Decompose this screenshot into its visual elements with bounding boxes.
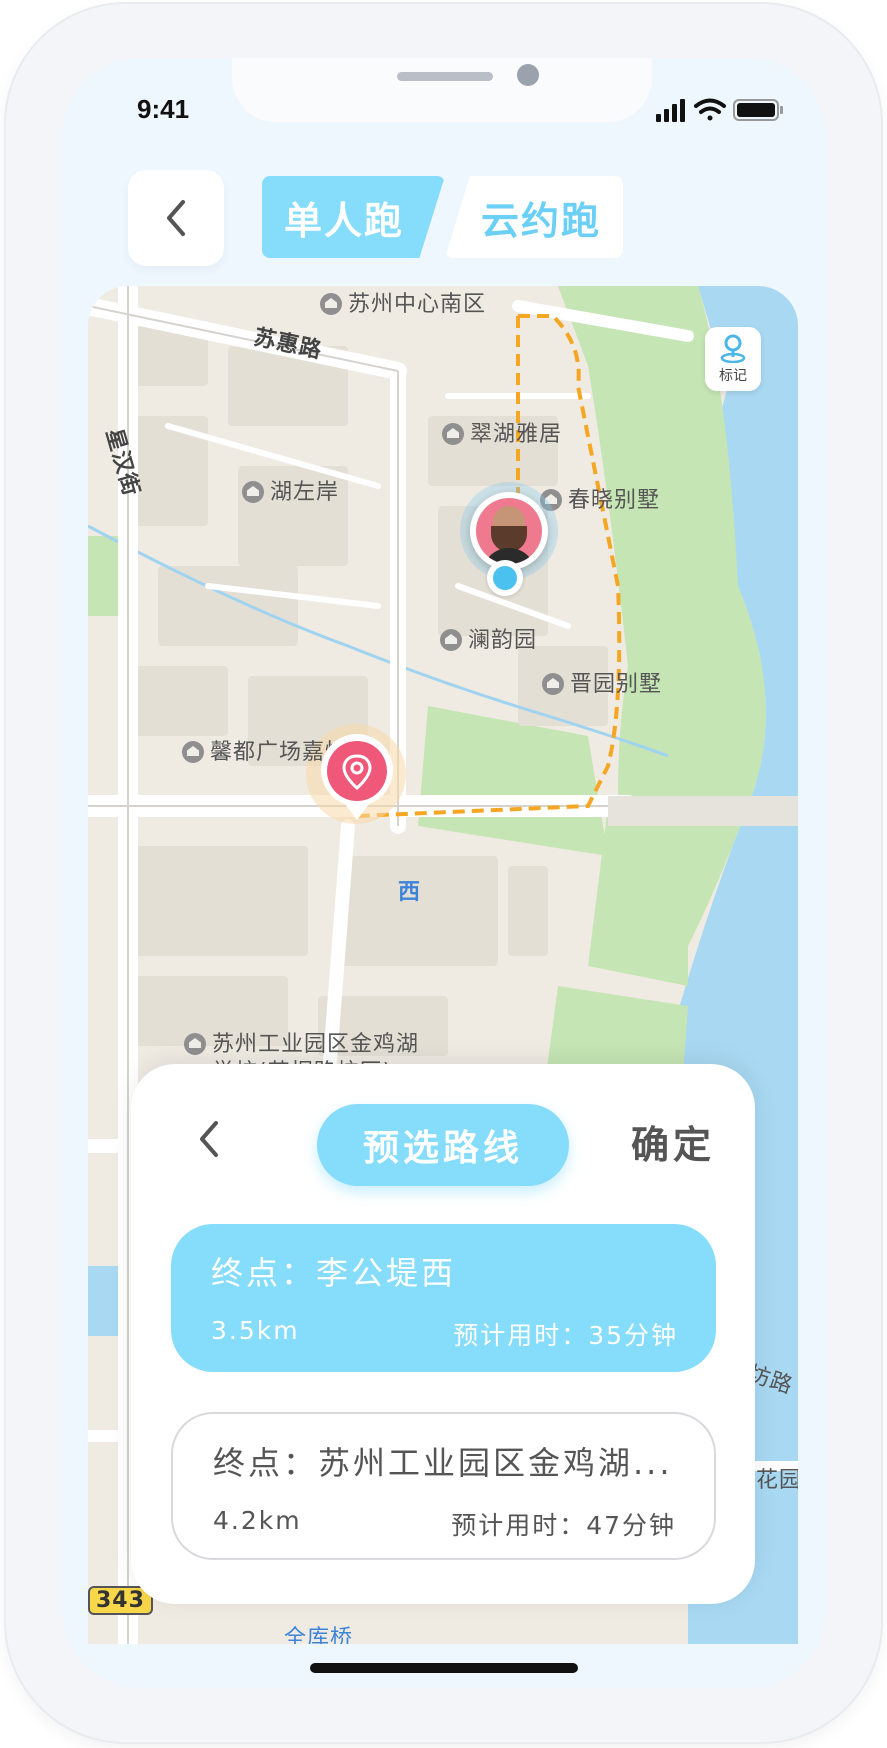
map-label-text: 春晓别墅 xyxy=(568,488,661,513)
poi-icon xyxy=(440,629,462,651)
poi-icon xyxy=(242,481,264,503)
route-distance: 3.5km xyxy=(211,1316,300,1345)
location-pin-icon xyxy=(321,734,393,820)
poi-icon xyxy=(320,293,342,315)
poi-icon xyxy=(442,423,464,445)
poi-icon xyxy=(184,1033,206,1055)
tab-single-run[interactable]: 单人跑 xyxy=(262,176,445,258)
status-time: 9:41 xyxy=(137,94,190,124)
status-icons xyxy=(656,98,783,122)
map-label-text: 晋园别墅 xyxy=(570,672,663,697)
current-position-dot xyxy=(487,560,523,596)
map-label-garden: 花园 xyxy=(756,1468,798,1493)
confirm-button[interactable]: 确定 xyxy=(631,1114,715,1169)
back-button[interactable] xyxy=(128,170,224,266)
speaker xyxy=(397,72,493,81)
map-pin-icon xyxy=(720,334,746,363)
route-destination: 终点：李公堤西 xyxy=(211,1254,457,1292)
sheet-title: 预选路线 xyxy=(317,1104,569,1186)
poi-icon xyxy=(542,673,564,695)
route-option[interactable]: 终点：苏州工业园区金鸡湖... 4.2km 预计用时：47分钟 xyxy=(171,1412,716,1560)
map-label-quanku-bridge: 全库桥 xyxy=(284,1626,354,1644)
front-camera xyxy=(517,64,539,86)
poi-icon xyxy=(182,741,204,763)
map-label-chunxiao: 春晓别墅 xyxy=(540,482,660,514)
route-distance: 4.2km xyxy=(213,1506,302,1535)
avatar xyxy=(476,498,542,564)
chevron-left-icon xyxy=(200,1121,218,1157)
map-label-text: 湖左岸 xyxy=(270,480,340,505)
mark-button[interactable]: 标记 xyxy=(705,327,761,391)
map-label-lanyun: 澜韵园 xyxy=(440,622,537,654)
user-avatar-marker[interactable] xyxy=(470,492,548,576)
map-label-text: 苏州中心南区 xyxy=(348,292,487,317)
chevron-left-icon xyxy=(167,200,185,236)
cellular-signal-icon xyxy=(656,99,685,122)
wifi-icon xyxy=(694,98,726,121)
map-label-center-south: 苏州中心南区 xyxy=(320,286,486,318)
map-label-jinyuan: 晋园别墅 xyxy=(542,666,662,698)
notch xyxy=(232,58,652,122)
route-option-selected[interactable]: 终点：李公堤西 3.5km 预计用时：35分钟 xyxy=(171,1224,716,1372)
tab-cloud-run[interactable]: 云约跑 xyxy=(445,176,623,258)
start-pin-marker[interactable] xyxy=(320,734,394,822)
route-sheet: 预选路线 确定 终点：李公堤西 3.5km 预计用时：35分钟 终点：苏州工业园… xyxy=(131,1064,755,1604)
battery-icon xyxy=(733,99,783,121)
route-estimate: 预计用时：47分钟 xyxy=(451,1511,676,1540)
map-label-text: 翠湖雅居 xyxy=(470,422,563,447)
mark-button-label: 标记 xyxy=(719,368,747,384)
map-label-huzuoan: 湖左岸 xyxy=(242,474,339,506)
route-estimate: 预计用时：35分钟 xyxy=(453,1321,678,1350)
home-indicator[interactable] xyxy=(310,1663,578,1673)
sheet-back-button[interactable] xyxy=(189,1114,229,1164)
map-label-ligong: 西 xyxy=(398,880,422,905)
map-label-cuihu: 翠湖雅居 xyxy=(442,416,562,448)
map-label-text: 澜韵园 xyxy=(468,628,538,653)
route-destination: 终点：苏州工业园区金鸡湖... xyxy=(213,1444,673,1482)
